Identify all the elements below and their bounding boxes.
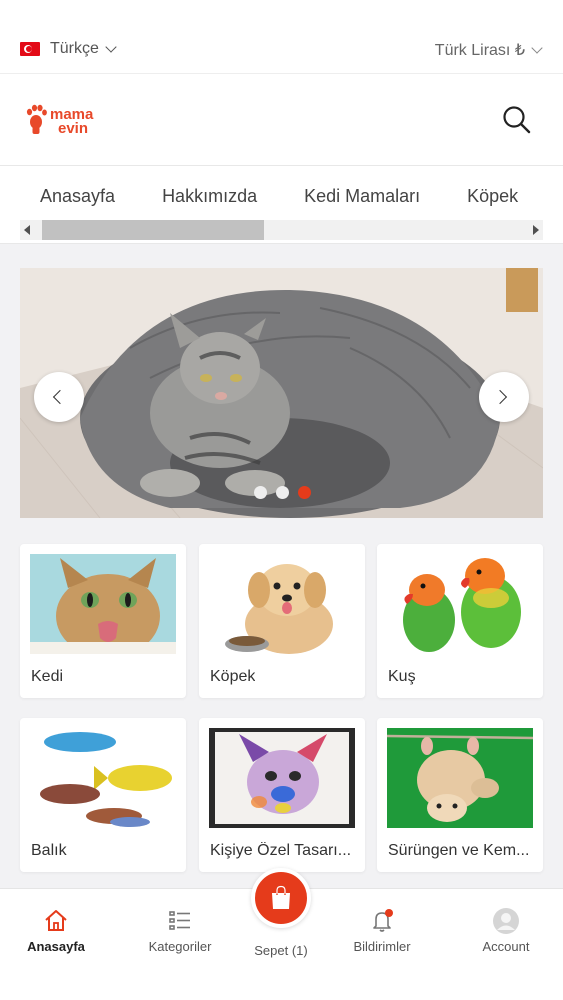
slider-dots — [254, 486, 320, 499]
currency-selector[interactable]: Türk Lirası ₺ — [434, 40, 543, 60]
category-card-custom-design[interactable]: Kişiye Özel Tasarı... — [199, 718, 365, 872]
scrollbar-thumb[interactable] — [42, 220, 264, 240]
top-bar: Türkçe Türk Lirası ₺ — [0, 0, 563, 74]
scroll-left-icon[interactable] — [24, 225, 30, 235]
tab-account[interactable]: Account — [456, 907, 556, 954]
mama-evin-logo[interactable]: mama evin — [26, 102, 126, 138]
slider-next-button[interactable] — [479, 372, 529, 422]
tab-notifications[interactable]: Bildirimler — [332, 907, 432, 954]
bell-icon — [373, 909, 393, 932]
category-card-balik[interactable]: Balık — [20, 718, 186, 872]
category-card-kedi[interactable]: Kedi — [20, 544, 186, 698]
tab-home-label: Anasayfa — [27, 939, 85, 954]
tab-notifications-label: Bildirimler — [353, 939, 411, 954]
tab-home[interactable]: Anasayfa — [6, 907, 106, 954]
nav-item-about[interactable]: Hakkımızda — [162, 186, 257, 207]
chevron-left-icon — [52, 389, 68, 405]
currency-label: Türk Lirası ₺ — [434, 42, 525, 59]
tab-account-label: Account — [482, 939, 530, 954]
nav-item-cat-food[interactable]: Kedi Mamaları — [304, 186, 420, 207]
category-label: Balık — [31, 842, 67, 859]
search-icon[interactable] — [501, 104, 533, 136]
cat-image — [30, 554, 176, 654]
category-card-reptiles[interactable]: Sürüngen ve Kem... — [377, 718, 543, 872]
fish-image — [30, 728, 176, 828]
nav-item-home[interactable]: Anasayfa — [40, 186, 115, 207]
category-label: Kuş — [388, 668, 416, 685]
category-card-kus[interactable]: Kuş — [377, 544, 543, 698]
category-label: Sürüngen ve Kem... — [388, 842, 530, 859]
slider-prev-button[interactable] — [34, 372, 84, 422]
category-label: Köpek — [210, 668, 256, 685]
header: mama evin — [0, 74, 563, 166]
category-label: Kişiye Özel Tasarı... — [210, 842, 352, 859]
tab-categories[interactable]: Kategoriler — [130, 907, 230, 954]
home-icon — [45, 910, 67, 931]
bulldog-art-image — [209, 728, 355, 828]
hamster-image — [387, 728, 533, 828]
shopping-bag-icon — [272, 885, 290, 909]
chevron-right-icon — [492, 389, 508, 405]
chevron-down-icon — [105, 40, 117, 53]
category-card-kopek[interactable]: Köpek — [199, 544, 365, 698]
nav-item-dog[interactable]: Köpek — [467, 186, 518, 207]
scroll-right-icon[interactable] — [533, 225, 539, 235]
language-selector[interactable]: Türkçe — [20, 40, 117, 58]
slider-dot-2[interactable] — [276, 486, 289, 499]
slider-dot-3[interactable] — [298, 486, 311, 499]
nav-items: Anasayfa Hakkımızda Kedi Mamaları Köpek — [40, 186, 563, 207]
puppy-image — [209, 554, 355, 654]
list-icon — [169, 911, 190, 930]
avatar-icon — [493, 908, 519, 934]
slide-image-cat-in-bed — [20, 268, 543, 518]
chevron-down-icon — [531, 41, 543, 54]
language-label: Türkçe — [50, 40, 99, 57]
tab-categories-label: Kategoriler — [148, 939, 212, 954]
hero-slider[interactable] — [20, 268, 543, 518]
category-label: Kedi — [31, 668, 64, 685]
nav-scrollbar[interactable] — [20, 220, 543, 240]
cart-button[interactable] — [251, 868, 311, 928]
lovebirds-image — [387, 554, 533, 654]
tab-cart[interactable]: Sepet (1) — [231, 939, 331, 958]
turkey-flag-icon — [20, 42, 40, 56]
logo-text-line2: evin — [58, 120, 88, 137]
tab-cart-label: Sepet (1) — [254, 943, 308, 958]
slider-dot-1[interactable] — [254, 486, 267, 499]
main-nav: Anasayfa Hakkımızda Kedi Mamaları Köpek — [0, 166, 563, 244]
